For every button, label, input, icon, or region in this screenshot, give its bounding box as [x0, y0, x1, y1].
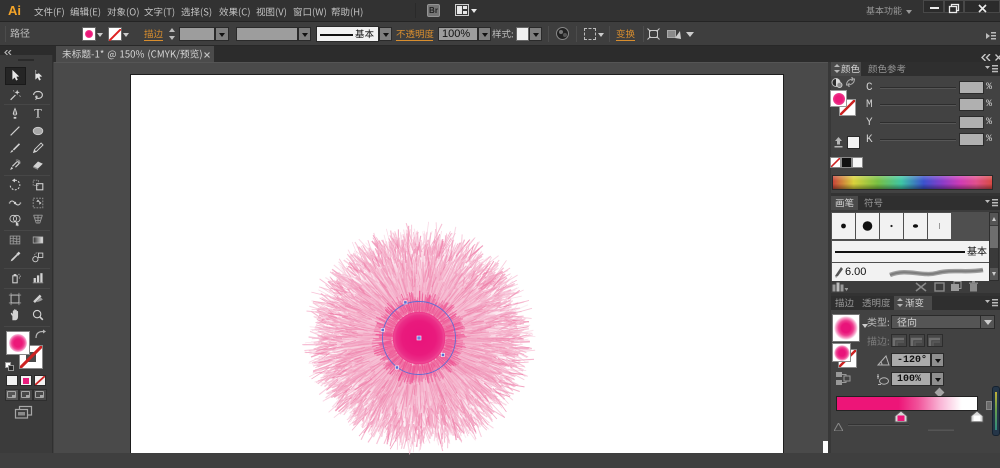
svg-text:T: T	[34, 106, 42, 120]
